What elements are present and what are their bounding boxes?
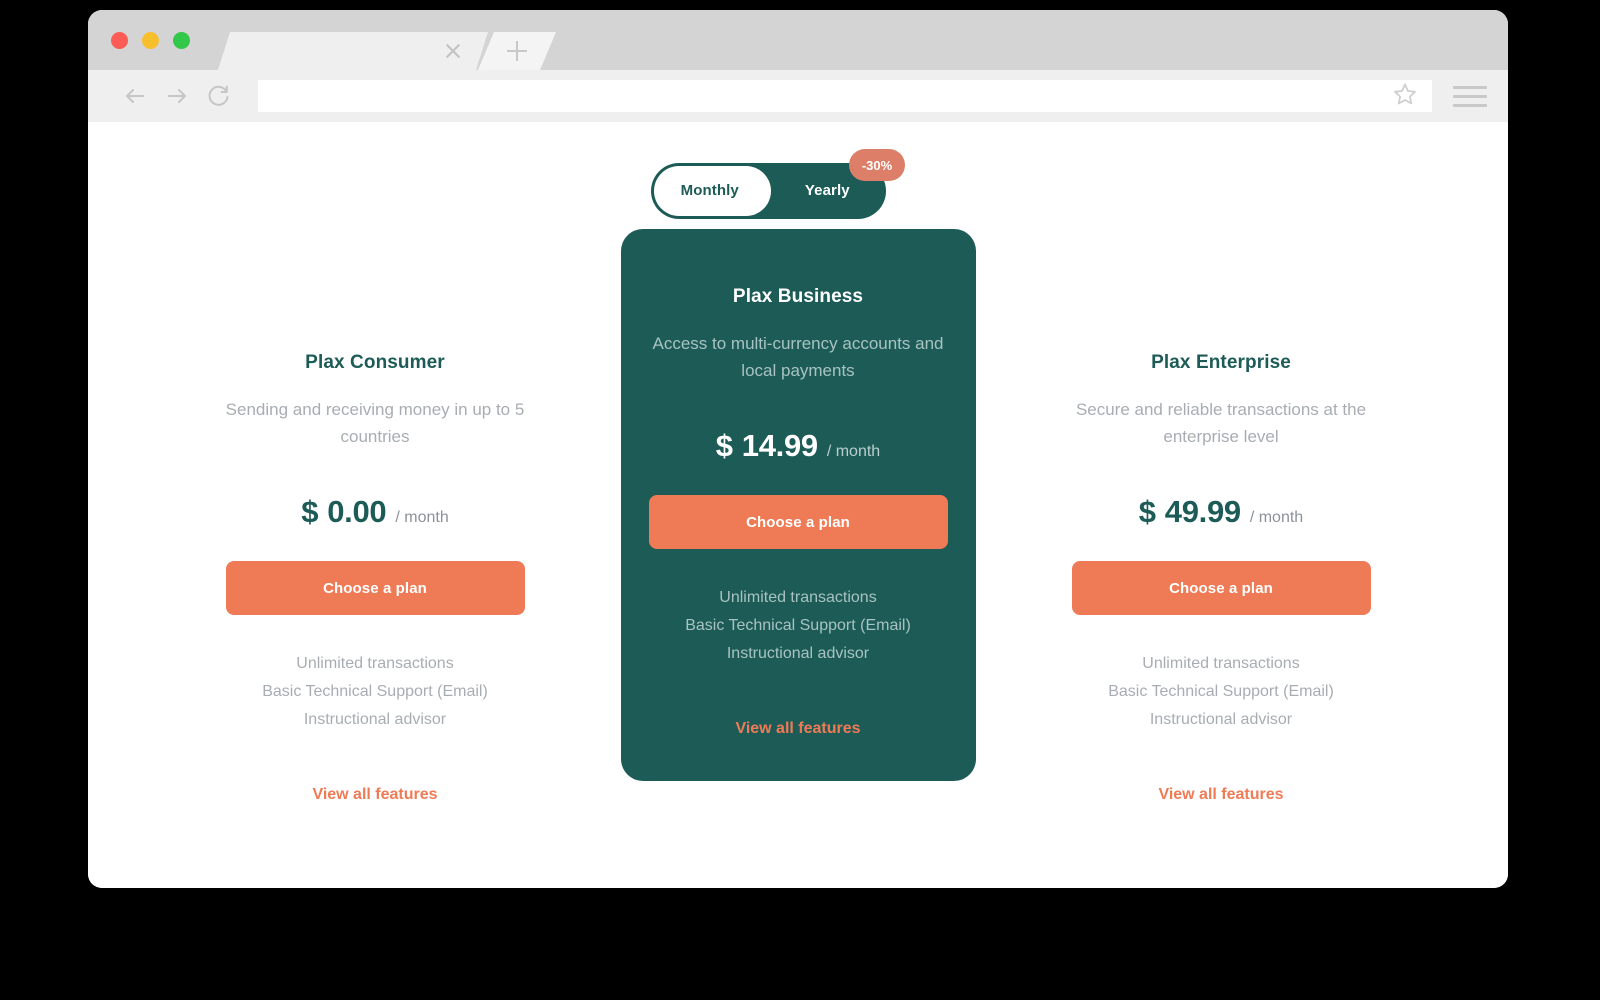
plus-icon xyxy=(507,41,527,61)
list-item: Basic Technical Support (Email) xyxy=(685,617,911,634)
pricing-card-business: Plax Business Access to multi-currency a… xyxy=(620,229,976,781)
close-tab-icon[interactable] xyxy=(444,42,462,60)
plan-description: Sending and receiving money in up to 5 c… xyxy=(225,400,525,446)
price-currency: $ xyxy=(715,428,733,463)
maximize-window-button[interactable] xyxy=(173,32,190,49)
plan-name: Plax Business xyxy=(732,286,864,307)
forward-button[interactable] xyxy=(156,75,198,117)
close-window-button[interactable] xyxy=(111,32,128,49)
price-value: 49.99 xyxy=(1164,494,1241,529)
billing-period-toggle: Monthly Yearly -30% xyxy=(651,149,905,219)
plan-price: $ 14.99 / month xyxy=(621,428,976,464)
choose-plan-button[interactable]: Choose a plan xyxy=(225,561,525,615)
reload-button[interactable] xyxy=(198,75,240,117)
list-item: Instructional advisor xyxy=(726,645,870,662)
view-all-features-link[interactable]: View all features xyxy=(735,720,860,738)
tab-strip xyxy=(218,32,556,70)
address-bar[interactable] xyxy=(258,80,1432,112)
list-item: Instructional advisor xyxy=(303,711,447,728)
price-currency: $ xyxy=(1138,494,1156,529)
price-currency: $ xyxy=(301,494,319,529)
view-all-features-link[interactable]: View all features xyxy=(1158,786,1283,804)
list-item: Instructional advisor xyxy=(1149,711,1293,728)
browser-tab[interactable] xyxy=(218,32,488,70)
list-item: Unlimited transactions xyxy=(719,589,877,606)
plan-description: Secure and reliable transactions at the … xyxy=(1075,400,1367,446)
price-period: / month xyxy=(1249,509,1304,526)
price-value: 14.99 xyxy=(741,428,818,463)
pricing-page: Monthly Yearly -30% Plax Consumer Sendin… xyxy=(88,122,1508,888)
forward-arrow-icon xyxy=(168,89,186,103)
plan-price: $ 0.00 / month xyxy=(198,494,553,530)
plan-price: $ 49.99 / month xyxy=(1044,494,1399,530)
pricing-card-enterprise: Plax Enterprise Secure and reliable tran… xyxy=(1044,282,1399,804)
minimize-window-button[interactable] xyxy=(142,32,159,49)
browser-toolbar xyxy=(88,70,1508,122)
hamburger-menu-icon[interactable] xyxy=(1432,70,1508,122)
view-all-features-link[interactable]: View all features xyxy=(312,786,437,804)
reload-arrow-icon xyxy=(208,85,229,106)
price-period: / month xyxy=(826,443,881,460)
pricing-card-list: Plax Consumer Sending and receiving mone… xyxy=(88,229,1508,804)
menu-line xyxy=(1453,103,1487,107)
toggle-option-monthly[interactable]: Monthly xyxy=(651,163,769,219)
discount-badge: -30% xyxy=(849,149,905,181)
bookmark-star-icon[interactable] xyxy=(1392,81,1418,112)
choose-plan-button[interactable]: Choose a plan xyxy=(648,495,948,549)
price-period: / month xyxy=(395,509,449,526)
browser-window: Monthly Yearly -30% Plax Consumer Sendin… xyxy=(88,10,1508,888)
choose-plan-button[interactable]: Choose a plan xyxy=(1071,561,1371,615)
back-arrow-icon xyxy=(126,89,144,103)
plan-feature-list: Unlimited transactions Basic Technical S… xyxy=(621,584,976,668)
plan-description: Access to multi-currency accounts and lo… xyxy=(652,334,944,380)
plan-feature-list: Unlimited transactions Basic Technical S… xyxy=(1044,650,1399,734)
new-tab-button[interactable] xyxy=(478,32,556,70)
plan-name: Plax Enterprise xyxy=(1151,352,1291,373)
pricing-card-consumer: Plax Consumer Sending and receiving mone… xyxy=(198,282,553,804)
window-controls xyxy=(111,32,190,49)
list-item: Basic Technical Support (Email) xyxy=(262,683,488,700)
price-value: 0.00 xyxy=(327,494,387,529)
list-item: Basic Technical Support (Email) xyxy=(1108,683,1334,700)
plan-name: Plax Consumer xyxy=(305,352,445,373)
list-item: Unlimited transactions xyxy=(1142,655,1300,672)
plan-feature-list: Unlimited transactions Basic Technical S… xyxy=(198,650,553,734)
menu-line xyxy=(1453,94,1487,98)
back-button[interactable] xyxy=(114,75,156,117)
browser-titlebar xyxy=(88,10,1508,70)
list-item: Unlimited transactions xyxy=(296,655,454,672)
menu-line xyxy=(1453,85,1487,89)
